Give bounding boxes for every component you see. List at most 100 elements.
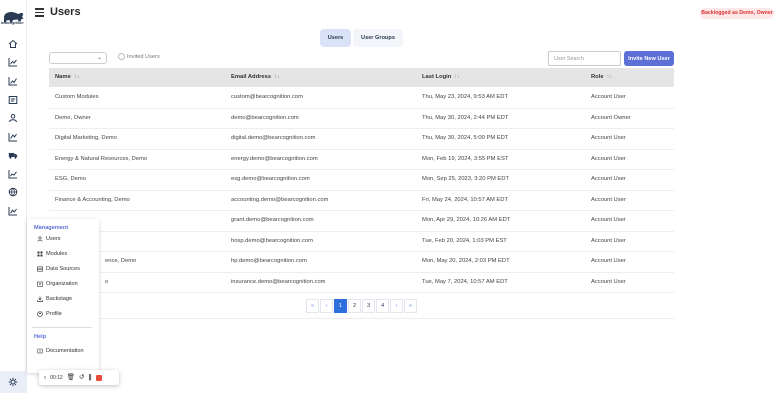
home-icon[interactable] (8, 39, 18, 49)
column-header-role[interactable]: Role ↑↓ (591, 74, 612, 80)
menu-divider (32, 327, 92, 328)
brand-name: bearcognition (1, 21, 24, 25)
user-last-login: Thu, May 23, 2024, 9:53 AM EDT (422, 94, 509, 100)
help-heading: Help (34, 334, 47, 340)
pagination: « ‹ 1 2 3 4 › » (306, 299, 417, 313)
user-last-login: Mon, Sep 25, 2023, 3:20 PM EDT (422, 176, 510, 182)
previous-page-button[interactable]: ‹ (320, 299, 333, 313)
tab-users[interactable]: Users (320, 29, 351, 47)
sort-icon[interactable]: ↑↓ (454, 74, 460, 80)
user-email: hosp.demo@bearcognition.com (231, 237, 313, 244)
user-role: Account User (591, 258, 626, 264)
team-icon[interactable] (8, 113, 18, 123)
table-row[interactable]: Digital Marketing, Demo digital.demo@bea… (49, 129, 674, 150)
book-icon (37, 348, 43, 354)
invited-users-radio[interactable] (118, 53, 125, 60)
user-email: accounting.demo@bearcognition.com (231, 196, 329, 203)
settings-rail-button[interactable] (0, 371, 27, 393)
last-page-button[interactable]: » (404, 299, 417, 313)
management-heading: Management (34, 225, 69, 231)
trend-chart-icon[interactable] (8, 57, 18, 67)
analytics-chart-icon[interactable] (8, 76, 18, 86)
user-last-login: Mon, Apr 29, 2024, 10:26 AM EDT (422, 217, 511, 223)
page-1-button[interactable]: 1 (334, 299, 347, 313)
menu-item-backstage[interactable]: Backstage (37, 296, 72, 302)
hamburger-menu-icon[interactable] (35, 8, 44, 17)
page-4-button[interactable]: 4 (376, 299, 389, 313)
table-row[interactable]: ESG, Demo esg.demo@bearcognition.com Mon… (49, 170, 674, 191)
content-divider (49, 318, 674, 319)
table-row[interactable]: Custom Modules custom@bearcognition.com … (49, 88, 674, 109)
user-last-login: Mon, May 20, 2024, 2:03 PM EDT (422, 258, 510, 264)
menu-item-modules[interactable]: Modules (37, 251, 67, 257)
page-2-button[interactable]: 2 (348, 299, 361, 313)
page-title: Users (50, 6, 81, 18)
column-header-name[interactable]: Name ↑↓ (55, 74, 80, 80)
invite-new-user-button[interactable]: Invite New User (624, 51, 674, 66)
user-email: esg.demo@bearcognition.com (231, 176, 310, 182)
page-3-button[interactable]: 3 (362, 299, 375, 313)
user-role: Account User (591, 196, 626, 203)
sort-icon[interactable]: ↑↓ (74, 74, 80, 80)
user-role: Account User (591, 135, 626, 141)
menu-item-profile[interactable]: Profile (37, 311, 62, 317)
column-header-email[interactable]: Email Address ↑↓ (231, 74, 280, 80)
table-row[interactable]: Finance & Accounting, Demo accounting.de… (49, 191, 674, 211)
user-email: insurance.demo@bearcognition.com (231, 278, 326, 285)
user-search-input[interactable] (548, 51, 621, 66)
modules-icon (37, 251, 43, 257)
globe-icon[interactable] (8, 187, 18, 197)
invited-users-toggle[interactable]: Invited Users (118, 53, 160, 60)
chevron-down-icon: ⌄ (96, 55, 102, 61)
sort-icon[interactable]: ↑↓ (607, 74, 613, 80)
menu-item-organization[interactable]: Organization (37, 281, 78, 287)
tab-user-groups[interactable]: User Groups (353, 29, 403, 47)
first-page-button[interactable]: « (306, 299, 319, 313)
users-icon (37, 236, 43, 242)
growth-chart-icon[interactable] (8, 169, 18, 179)
collapse-chevron-icon[interactable]: ‹ (44, 374, 46, 381)
user-name: Demo, Owner (55, 114, 91, 121)
screen-recorder-toolbar: ‹ 00:12 🗑 ↺ ∥ (39, 370, 119, 385)
backlogged-status-badge: Backlogged as Demo, Owner (700, 8, 774, 19)
table-row[interactable]: grant.demo@bearcognition.com Mon, Apr 29… (49, 211, 674, 232)
user-email: custom@bearcognition.com (231, 94, 303, 100)
table-row[interactable]: Demo, Owner demo@bearcognition.com Thu, … (49, 109, 674, 129)
table-row[interactable]: ence, Demo hp.demo@bearcognition.com Mon… (49, 252, 674, 273)
user-name: ence, Demo (105, 258, 137, 264)
invited-users-label: Invited Users (127, 53, 160, 60)
user-filter-select[interactable]: ⌄ (49, 52, 107, 64)
line-chart-icon[interactable] (8, 132, 18, 142)
menu-item-data-sources[interactable]: Data Sources (37, 266, 80, 272)
sort-icon[interactable]: ↑↓ (274, 74, 280, 80)
user-name: Energy & Natural Resources, Demo (55, 155, 148, 162)
next-page-button[interactable]: › (390, 299, 403, 313)
table-row[interactable]: Energy & Natural Resources, Demo energy.… (49, 150, 674, 170)
user-last-login: Thu, May 30, 2024, 2:44 PM EDT (422, 114, 509, 121)
user-last-login: Fri, May 24, 2024, 10:57 AM EDT (422, 196, 509, 203)
user-tabs: Users User Groups (320, 29, 403, 47)
stats-chart-icon[interactable] (8, 206, 18, 216)
user-role: Account User (591, 278, 626, 285)
column-header-last-login[interactable]: Last Login ↑↓ (422, 74, 460, 80)
trash-icon[interactable]: 🗑 (67, 374, 75, 381)
table-row[interactable]: o insurance.demo@bearcognition.com Tue, … (49, 273, 674, 293)
user-name: Digital Marketing, Demo (55, 135, 117, 141)
profile-icon (37, 311, 43, 317)
menu-item-documentation[interactable]: Documentation (37, 348, 84, 354)
table-header: Name ↑↓ Email Address ↑↓ Last Login ↑↓ Role… (49, 68, 674, 87)
user-name: Custom Modules (55, 94, 99, 100)
user-role: Account User (591, 155, 626, 162)
table-row[interactable]: hosp.demo@bearcognition.com Tue, Feb 20,… (49, 232, 674, 252)
stop-recording-icon[interactable] (95, 374, 102, 381)
pause-icon[interactable]: ∥ (88, 374, 91, 381)
user-name: Finance & Accounting, Demo (55, 196, 130, 203)
user-email: hp.demo@bearcognition.com (231, 258, 307, 264)
report-icon[interactable] (8, 95, 18, 105)
user-role: Account User (591, 217, 626, 223)
user-email: demo@bearcognition.com (231, 114, 299, 121)
user-role: Account User (591, 237, 626, 244)
truck-icon[interactable] (8, 150, 18, 160)
menu-item-users[interactable]: Users (37, 236, 61, 242)
restart-icon[interactable]: ↺ (79, 374, 84, 381)
